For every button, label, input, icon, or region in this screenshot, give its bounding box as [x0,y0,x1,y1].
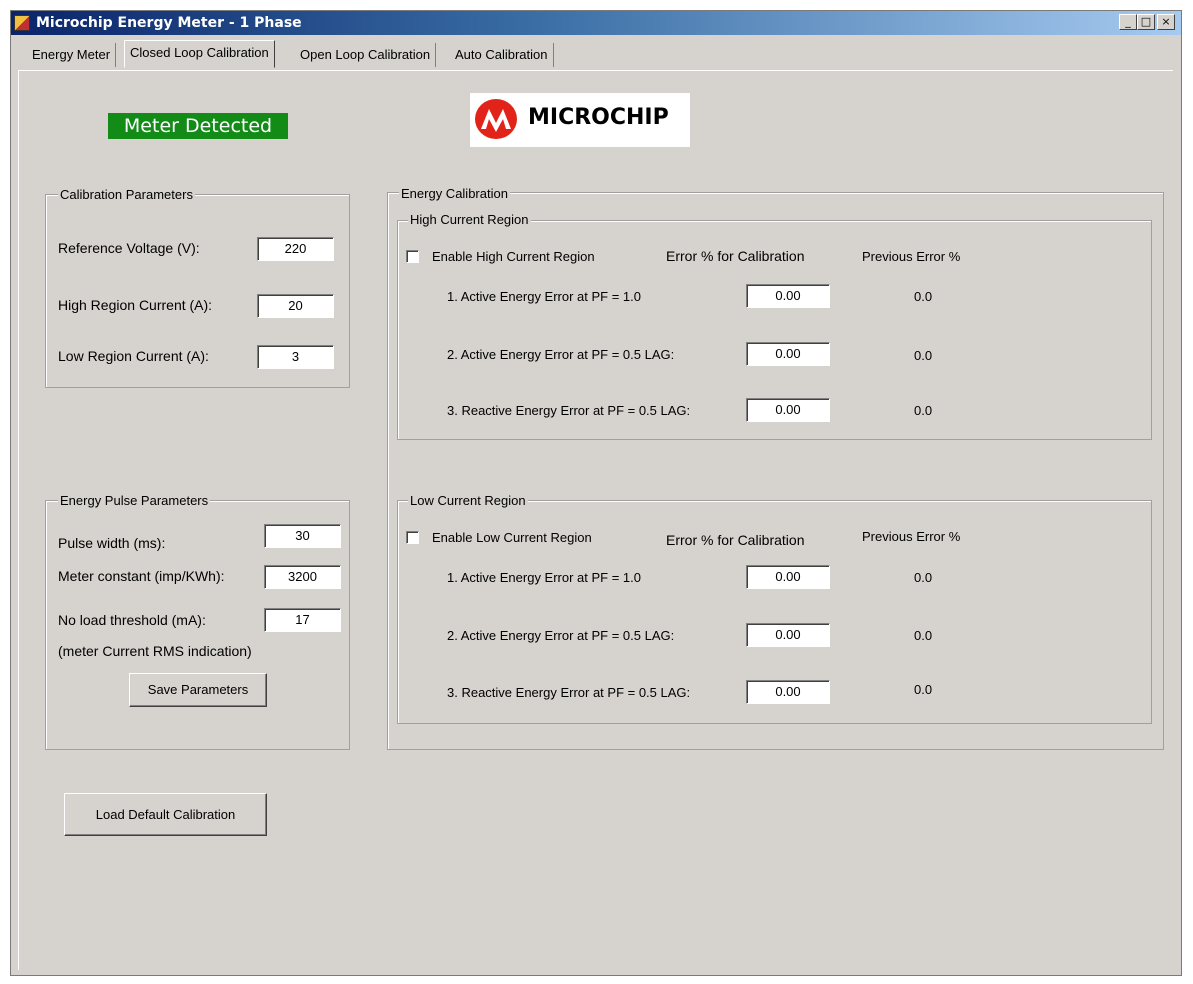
enable-high-current-label: Enable High Current Region [432,249,595,264]
reference-voltage-input[interactable]: 220 [257,237,334,261]
load-default-calibration-button[interactable]: Load Default Calibration [64,793,267,836]
maximize-button[interactable]: □ [1137,14,1155,30]
logo-wordmark: MICROCHIP [528,105,669,130]
low-region-current-input[interactable]: 3 [257,345,334,369]
low-row-3-error-input[interactable]: 0.00 [746,680,830,704]
no-load-threshold-input[interactable]: 17 [264,608,341,632]
tab-open-loop-calibration[interactable]: Open Loop Calibration [295,43,437,67]
high-row-3-label: 3. Reactive Energy Error at PF = 0.5 LAG… [447,403,691,418]
high-row-2-previous-error: 0.0 [914,348,933,363]
tab-auto-calibration[interactable]: Auto Calibration [450,43,554,67]
pulse-width-input[interactable]: 30 [264,524,341,548]
calibration-parameters-title: Calibration Parameters [58,187,195,202]
reference-voltage-label: Reference Voltage (V): [58,240,200,256]
low-row-1-label: 1. Active Energy Error at PF = 1.0 [447,570,642,585]
high-region-current-label: High Region Current (A): [58,297,213,313]
high-region-current-input[interactable]: 20 [257,294,334,318]
energy-pulse-parameters-title: Energy Pulse Parameters [58,493,211,508]
low-error-calibration-header: Error % for Calibration [666,532,805,548]
low-previous-error-header: Previous Error % [862,529,961,544]
microchip-logo-icon [475,99,517,139]
high-row-1-label: 1. Active Energy Error at PF = 1.0 [447,289,642,304]
microchip-logo: MICROCHIP [470,93,690,147]
high-row-3-error-input[interactable]: 0.00 [746,398,830,422]
low-row-2-error-input[interactable]: 0.00 [746,623,830,647]
enable-low-current-label: Enable Low Current Region [432,530,592,545]
high-row-2-label: 2. Active Energy Error at PF = 0.5 LAG: [447,347,675,362]
minimize-button[interactable]: _ [1119,14,1137,30]
energy-calibration-title: Energy Calibration [399,186,510,201]
no-load-threshold-label: No load threshold (mA): [58,612,206,628]
meter-constant-label: Meter constant (imp/KWh): [58,568,225,584]
low-row-3-previous-error: 0.0 [914,682,933,697]
low-current-region-title: Low Current Region [408,493,528,508]
low-row-3-label: 3. Reactive Energy Error at PF = 0.5 LAG… [447,685,691,700]
pulse-width-label: Pulse width (ms): [58,535,166,551]
meter-constant-input[interactable]: 3200 [264,565,341,589]
window-title: Microchip Energy Meter - 1 Phase [36,15,302,31]
close-button[interactable]: × [1157,14,1175,30]
title-bar[interactable]: Microchip Energy Meter - 1 Phase _ □ × [11,11,1181,35]
app-icon [14,15,30,31]
high-row-3-previous-error: 0.0 [914,403,933,418]
low-row-2-previous-error: 0.0 [914,628,933,643]
enable-high-current-checkbox[interactable] [406,250,419,263]
high-row-2-error-input[interactable]: 0.00 [746,342,830,366]
high-row-1-previous-error: 0.0 [914,289,933,304]
low-row-2-label: 2. Active Energy Error at PF = 0.5 LAG: [447,628,675,643]
low-row-1-previous-error: 0.0 [914,570,933,585]
tab-closed-loop-calibration[interactable]: Closed Loop Calibration [124,40,275,68]
high-error-calibration-header: Error % for Calibration [666,248,805,264]
high-previous-error-header: Previous Error % [862,249,961,264]
meter-status-badge: Meter Detected [108,113,288,139]
low-region-current-label: Low Region Current (A): [58,348,209,364]
no-load-threshold-note: (meter Current RMS indication) [58,643,252,659]
low-row-1-error-input[interactable]: 0.00 [746,565,830,589]
high-row-1-error-input[interactable]: 0.00 [746,284,830,308]
save-parameters-button[interactable]: Save Parameters [129,673,267,707]
tab-energy-meter[interactable]: Energy Meter [27,43,117,67]
enable-low-current-checkbox[interactable] [406,531,419,544]
high-current-region-title: High Current Region [408,212,531,227]
